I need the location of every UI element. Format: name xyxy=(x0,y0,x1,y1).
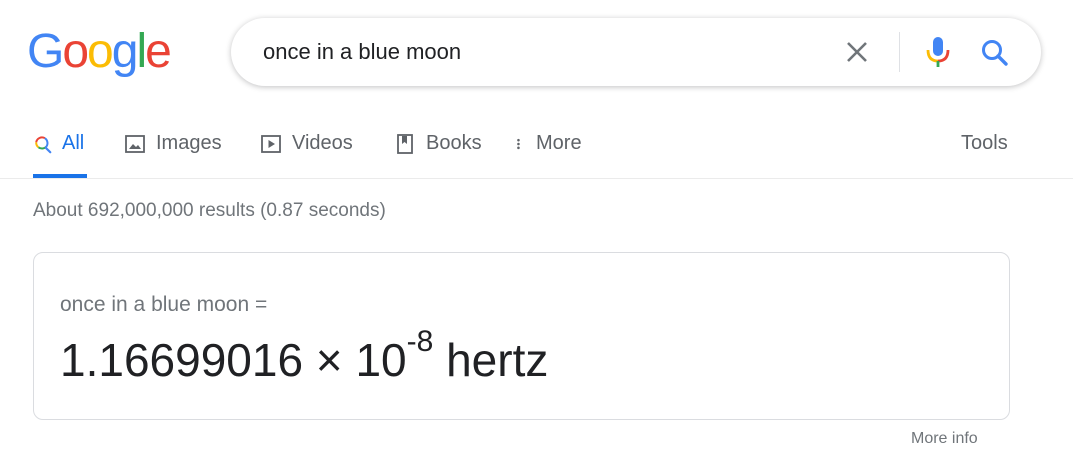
logo-letter: G xyxy=(27,25,64,78)
tools-button[interactable]: Tools xyxy=(961,120,1008,178)
search-icon xyxy=(35,136,52,154)
search-tabs: All Images Videos Books More Tools xyxy=(0,120,1073,178)
search-box xyxy=(231,18,1041,86)
answer-exponent: -8 xyxy=(406,325,434,358)
search-box-divider xyxy=(899,32,900,72)
logo-letter: l xyxy=(136,25,147,78)
logo-letter: o xyxy=(87,25,114,78)
more-vert-icon xyxy=(517,138,520,150)
tab-label: Books xyxy=(426,132,482,154)
tab-videos[interactable]: Videos xyxy=(260,120,353,178)
answer-mantissa: 1.16699016 × 10 xyxy=(60,334,407,386)
tools-label: Tools xyxy=(961,132,1008,154)
play-icon xyxy=(261,135,281,153)
image-icon xyxy=(125,135,145,153)
close-icon xyxy=(847,42,867,62)
tab-all[interactable]: All xyxy=(33,120,87,178)
logo-letter: o xyxy=(62,25,89,78)
clear-search-button[interactable] xyxy=(843,38,871,66)
search-submit-button[interactable] xyxy=(978,36,1012,70)
tab-books[interactable]: Books xyxy=(394,120,482,178)
search-icon xyxy=(982,40,1008,66)
tab-label: More xyxy=(536,132,582,154)
logo-letter: e xyxy=(145,25,172,78)
tab-more[interactable]: More xyxy=(514,120,582,178)
microphone-icon xyxy=(926,37,950,67)
answer-unit: hertz xyxy=(446,334,549,386)
google-logo[interactable]: Google xyxy=(27,25,172,78)
book-icon xyxy=(397,134,413,154)
search-input[interactable] xyxy=(263,36,823,68)
tab-label: Images xyxy=(156,132,222,154)
answer-query: once in a blue moon = xyxy=(60,293,268,316)
tab-images[interactable]: Images xyxy=(124,120,222,178)
answer-card: once in a blue moon = 1.16699016 × 10-8 … xyxy=(33,252,1010,420)
tabs-divider xyxy=(0,178,1073,179)
voice-search-button[interactable] xyxy=(923,35,953,69)
tab-label: All xyxy=(62,132,85,154)
search-results-page: Google once in a blue moon All Images Vi… xyxy=(0,0,1073,474)
more-info-link[interactable]: More info xyxy=(911,430,978,448)
answer-result: 1.16699016 × 10-8 hertz xyxy=(60,325,549,387)
logo-letter: g xyxy=(111,25,139,78)
result-stats: About 692,000,000 results (0.87 seconds) xyxy=(33,200,386,221)
tab-label: Videos xyxy=(292,132,353,154)
